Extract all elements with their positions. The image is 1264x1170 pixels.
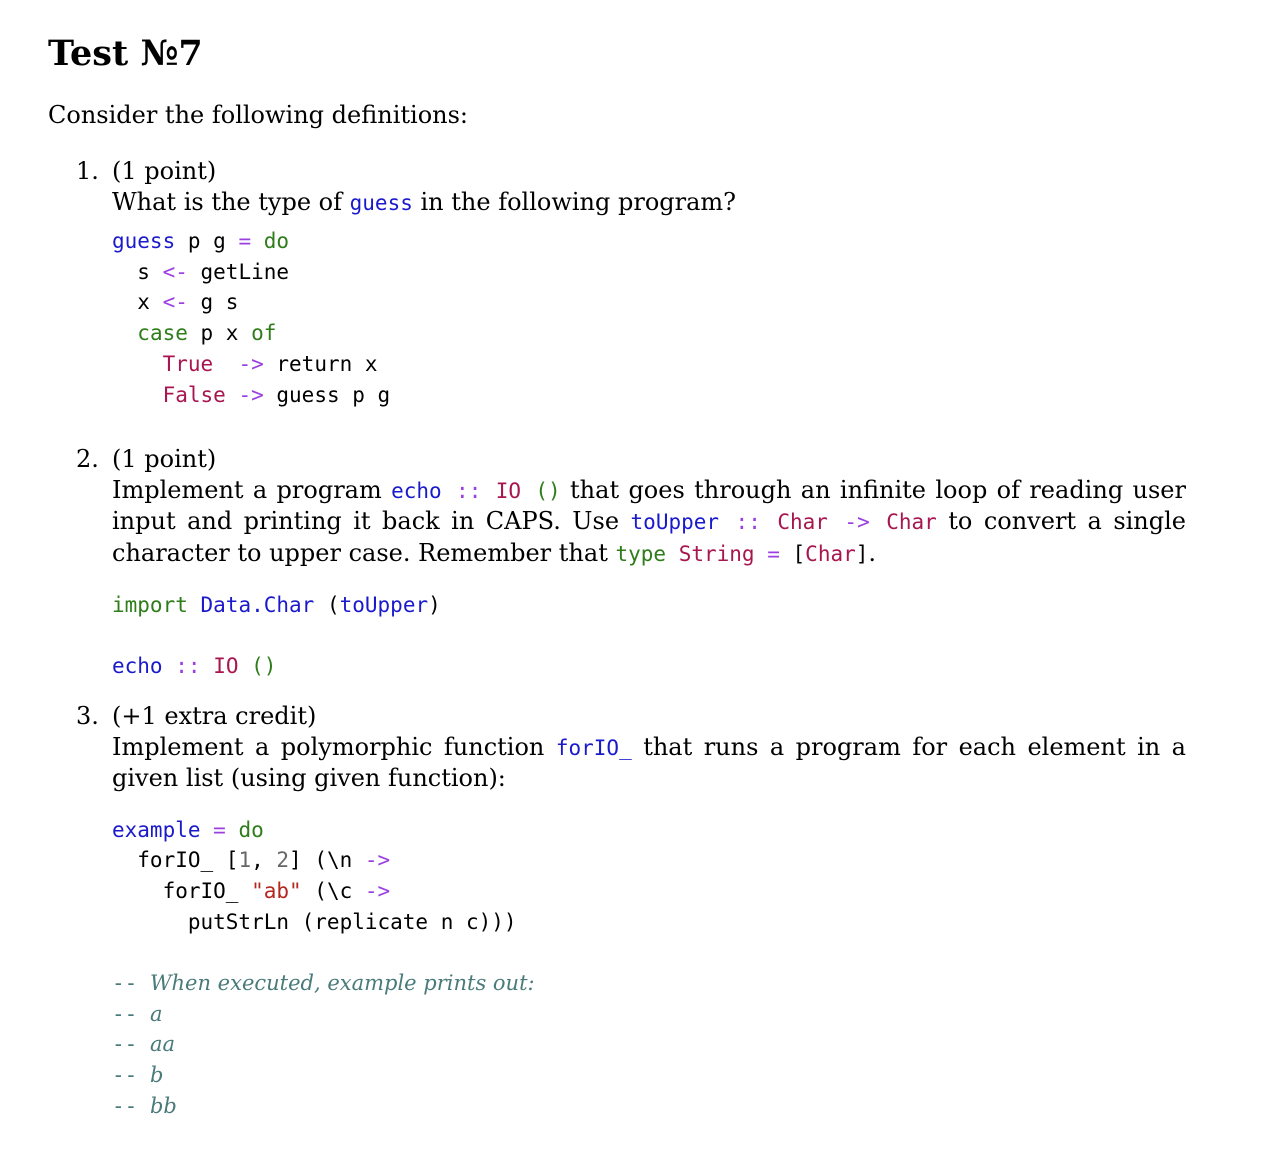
- code-line: s <- getLine: [112, 259, 290, 284]
- question-points: (1 point): [112, 157, 217, 185]
- code-line: forIO_ "ab" (\c ->: [112, 878, 391, 903]
- question-points: (1 point): [112, 445, 217, 473]
- code-line: guess p g = do: [112, 229, 290, 253]
- code-block: guess p g = do s <- getLine x <- g s cas…: [112, 226, 1186, 410]
- code-comment: -- aa: [112, 1032, 175, 1057]
- code-comment: -- When executed, example prints out:: [112, 971, 535, 996]
- code-line: forIO_ [1, 2] (\n ->: [112, 848, 391, 873]
- code-line: echo :: IO (): [112, 654, 277, 679]
- code-line: import Data.Char (toUpper): [112, 593, 441, 617]
- question-prompt: What is the type of guess in the followi…: [112, 187, 737, 216]
- code-line: putStrLn (replicate n c))): [112, 909, 517, 934]
- code-line: False -> guess p g: [162, 382, 391, 407]
- code-block: import Data.Char (toUpper) echo :: IO (): [112, 590, 1186, 682]
- code-line: case p x of: [137, 321, 277, 346]
- question-text: Implement a polymorphic function forIO_ …: [112, 732, 1186, 793]
- page-title: Test №7: [48, 33, 203, 74]
- question-text: Implement a program echo :: IO () that g…: [112, 475, 1187, 567]
- question-2: 2. (1 point) Implement a program echo ::…: [76, 444, 1186, 682]
- inline-code: guess: [349, 190, 413, 215]
- question-number: 1.: [76, 157, 99, 185]
- intro-text: Consider the following definitions:: [48, 101, 468, 129]
- code-block: example = do forIO_ [1, 2] (\n -> forIO_…: [112, 815, 1186, 1122]
- question-number: 2.: [76, 445, 99, 473]
- question-1: 1. (1 point) What is the type of guess i…: [76, 156, 1186, 410]
- code-comment: -- b: [112, 1063, 164, 1088]
- code-line: x <- g s: [112, 290, 239, 315]
- question-3: 3. (+1 extra credit) Implement a polymor…: [76, 701, 1186, 1122]
- code-comment: -- a: [112, 1001, 163, 1026]
- code-comment: -- bb: [112, 1093, 177, 1118]
- code-line: example = do: [112, 817, 264, 842]
- question-number: 3.: [76, 702, 99, 730]
- question-points: (+1 extra credit): [112, 702, 317, 730]
- code-line: True -> return x: [162, 351, 378, 376]
